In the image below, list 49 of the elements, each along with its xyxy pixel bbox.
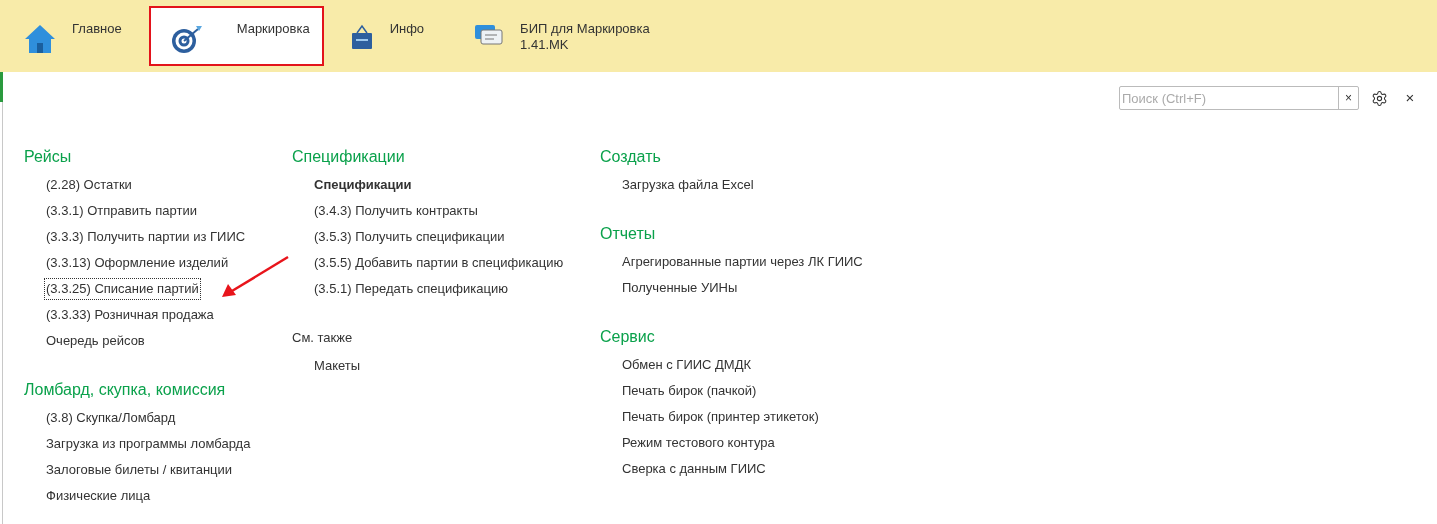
command-link[interactable]: Обмен с ГИИС ДМДК [620,354,754,376]
section-tab[interactable]: Маркировка [148,6,324,66]
tab-label: Главное [72,21,122,37]
group-heading: Рейсы [24,147,73,167]
command-link[interactable]: (3.5.1) Передать спецификацию [312,278,510,300]
close-button[interactable]: × [1399,86,1421,110]
chat-icon [474,24,505,48]
command-link[interactable]: Очередь рейсов [44,330,147,352]
group-heading: Отчеты [600,224,657,244]
command-link[interactable]: Сверка с данным ГИИС [620,458,768,480]
group-heading: См. также [292,329,354,347]
tab-label: Маркировка [236,21,310,37]
command-link[interactable]: (3.3.1) Отправить партии [44,200,199,222]
command-link[interactable]: Полученные УИНы [620,277,740,299]
section-tab[interactable]: БИП для Маркировка 1.41.MK [450,0,674,72]
command-link[interactable]: (3.4.3) Получить контракты [312,200,480,222]
command-link[interactable]: Печать бирок (принтер этикеток) [620,406,821,428]
tab-label: БИП для Маркировка [520,21,650,37]
clear-button[interactable]: × [1338,87,1358,109]
command-link[interactable]: (3.3.33) Розничная продажа [44,304,216,326]
tab-label: Инфо [389,21,425,37]
command-link[interactable]: Физические лица [44,485,153,507]
command-link[interactable]: Макеты [312,355,363,377]
settings-icon [1370,89,1388,107]
section-tab[interactable]: Главное [0,0,146,72]
command-link[interactable]: Режим тестового контура [620,432,777,454]
command-link[interactable]: (3.3.3) Получить партии из ГИИС [44,226,248,248]
command-link[interactable]: (3.5.5) Добавить партии в спецификацию [312,252,566,274]
search-field[interactable]: Поиск (Ctrl+F) × [1119,86,1359,110]
command-link[interactable]: (3.3.25) Списание партий [44,278,201,300]
command-link[interactable]: Загрузка из программы ломбарда [44,433,253,455]
tab-version: 1.41.MK [520,37,570,53]
group-heading: Ломбард, скупка, комиссия [24,380,227,400]
group-heading: Спецификации [292,147,406,167]
command-link[interactable]: (3.8) Скупка/Ломбард [44,407,178,429]
edge-marker [0,72,3,102]
command-link[interactable]: Залоговые билеты / квитанции [44,459,235,481]
command-link[interactable]: (3.5.3) Получить спецификации [312,226,507,248]
command-link[interactable]: (3.3.13) Оформление изделий [44,252,231,274]
bag-icon [349,24,374,50]
house-icon [24,24,56,54]
command-link[interactable]: Агрегированные партии через ЛК ГИИС [620,251,865,273]
group-heading: Сервис [600,327,656,347]
section-tab[interactable]: Инфо [325,0,449,72]
command-link[interactable]: Спецификации [312,174,414,196]
command-link[interactable]: (2.28) Остатки [44,174,134,196]
command-link[interactable]: Загрузка файла Excel [620,174,756,196]
group-heading: Создать [600,147,662,167]
command-link[interactable]: Печать бирок (пачкой) [620,380,759,402]
